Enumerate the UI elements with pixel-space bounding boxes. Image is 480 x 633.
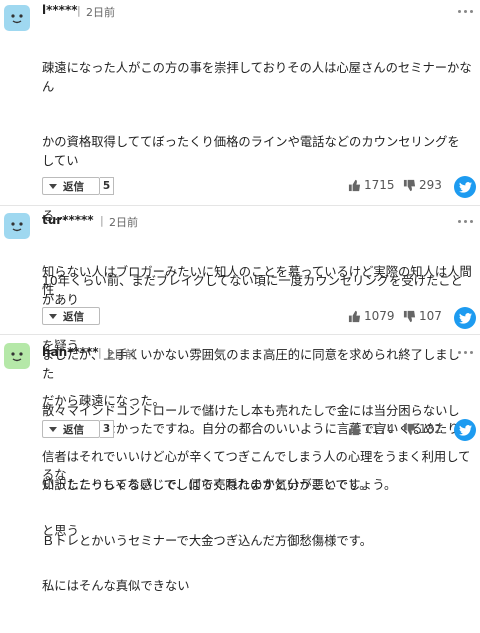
separator: | — [100, 214, 104, 227]
comment-body: 散々マインドコントロールで儲けたし本も売れたしで金には当分困らないし不倫は 知っ… — [42, 365, 472, 587]
reply-count[interactable]: 5 — [100, 177, 114, 195]
thumbs-down-icon — [403, 423, 416, 435]
more-options-icon[interactable] — [458, 351, 474, 355]
reply-button[interactable]: 返信 — [42, 420, 100, 438]
reply-label: 返信 — [63, 423, 84, 436]
reply-label: 返信 — [63, 310, 84, 323]
comment-line: 疎遠になった人がこの方の事を崇拝しておりその人は心屋さんのセミナーかなん — [42, 61, 472, 94]
comment-username[interactable]: tur***** — [42, 213, 94, 227]
like-button[interactable]: 1174 — [348, 422, 395, 436]
comment-line: かの資格取得しててぼったくり価格のラインや電話などのカウンセリングをしてい — [42, 135, 460, 168]
comment-time: 2日前 — [107, 348, 136, 361]
thumbs-up-icon — [348, 423, 361, 435]
like-count: 1174 — [364, 422, 395, 436]
reply-label: 返信 — [63, 180, 84, 193]
dislike-button[interactable]: 132 — [403, 422, 442, 436]
twitter-share-button[interactable] — [454, 176, 476, 198]
like-count: 1079 — [364, 309, 395, 323]
reply-button[interactable]: 返信 — [42, 307, 100, 325]
reply-count[interactable]: 3 — [100, 420, 114, 438]
smiley-face-icon — [4, 213, 30, 239]
twitter-share-button[interactable] — [454, 307, 476, 329]
more-options-icon[interactable] — [458, 10, 474, 14]
comment-line: 10年くらい前、まだブレイクしてない頃に一度カウンセリングを受けたことがあり — [42, 274, 463, 307]
comment-item: l***** | 2日前 疎遠になった人がこの方の事を崇拝しておりその人は心屋さ… — [0, 0, 480, 593]
caret-down-icon — [49, 183, 57, 189]
dislike-count: 132 — [419, 422, 442, 436]
comment-time: 2日前 — [109, 216, 138, 229]
thumbs-up-icon — [348, 310, 361, 322]
comment-item: tur***** | 2日前 10年くらい前、まだブレイクしてない頃に一度カウン… — [0, 206, 480, 492]
dislike-count: 293 — [419, 178, 442, 192]
comment-username[interactable]: l***** — [42, 3, 78, 17]
separator: | — [98, 346, 102, 359]
twitter-icon — [458, 181, 472, 193]
dislike-button[interactable]: 107 — [403, 309, 442, 323]
smiley-face-icon — [4, 5, 30, 31]
twitter-icon — [458, 312, 472, 324]
comment-item: han***** | 2日前 散々マインドコントロールで儲けたし本も売れたしで金… — [0, 335, 480, 548]
more-options-icon[interactable] — [458, 220, 474, 224]
caret-down-icon — [49, 426, 57, 432]
comment-line: 知ったこっちゃないしでしばらく隠れますということでしょう。 — [42, 478, 397, 492]
twitter-icon — [458, 424, 472, 436]
like-button[interactable]: 1079 — [348, 309, 395, 323]
dislike-count: 107 — [419, 309, 442, 323]
like-button[interactable]: 1715 — [348, 178, 395, 192]
comment-username[interactable]: han***** — [42, 345, 99, 359]
like-count: 1715 — [364, 178, 395, 192]
comment-line: Ｂトレとかいうセミナーで大金つぎ込んだ方御愁傷様です。 — [42, 533, 373, 548]
comment-time: 2日前 — [86, 6, 115, 19]
dislike-button[interactable]: 293 — [403, 178, 442, 192]
thumbs-down-icon — [403, 179, 416, 191]
separator: | — [77, 4, 81, 17]
twitter-share-button[interactable] — [454, 419, 476, 441]
reply-button[interactable]: 返信 — [42, 177, 100, 195]
caret-down-icon — [49, 313, 57, 319]
thumbs-up-icon — [348, 179, 361, 191]
thumbs-down-icon — [403, 310, 416, 322]
smiley-face-icon — [4, 343, 30, 369]
